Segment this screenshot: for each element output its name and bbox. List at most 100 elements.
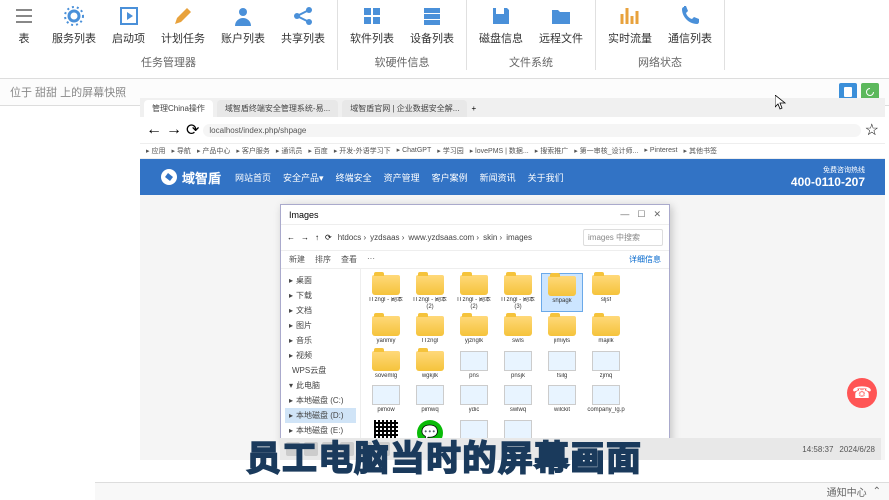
- reload-icon[interactable]: ⟳: [186, 120, 199, 140]
- sidebar-item[interactable]: ▸本地磁盘 (C:): [285, 393, 356, 408]
- file-item[interactable]: majilk: [585, 314, 627, 347]
- file-item[interactable]: swls: [497, 314, 539, 347]
- new-tab-icon[interactable]: +: [471, 104, 476, 113]
- file-item[interactable]: shpagk: [541, 273, 583, 312]
- nav-link[interactable]: 网站首页: [235, 171, 271, 184]
- bookmark-item[interactable]: ▸ lovePMS | 数据...: [470, 146, 529, 156]
- file-item[interactable]: pnsjk: [497, 349, 539, 382]
- minimize-icon[interactable]: —: [620, 209, 629, 220]
- crumb-part[interactable]: www.yzdsaas.com ›: [408, 233, 479, 242]
- toolbar-user-button[interactable]: 账户列表: [213, 0, 273, 48]
- close-icon[interactable]: ✕: [653, 209, 661, 220]
- file-item[interactable]: fsilg: [541, 349, 583, 382]
- bookmark-item[interactable]: ▸ ChatGPT: [397, 146, 432, 156]
- url-input[interactable]: localhost/index.php/shpage: [203, 124, 860, 137]
- file-item[interactable]: jimiyls: [541, 314, 583, 347]
- forward-icon[interactable]: →: [166, 121, 182, 139]
- file-item[interactable]: wilckit: [541, 383, 583, 416]
- sidebar-item[interactable]: ▸本地磁盘 (D:): [285, 408, 356, 423]
- menu-item[interactable]: 排序: [315, 254, 331, 265]
- nav-link[interactable]: 关于我们: [528, 171, 564, 184]
- toolbar-app-button[interactable]: 软件列表: [342, 0, 402, 48]
- file-item[interactable]: pns: [453, 349, 495, 382]
- file-item[interactable]: sovemlg: [365, 349, 407, 382]
- file-item[interactable]: ITzngl: [409, 314, 451, 347]
- nav-link[interactable]: 资产管理: [384, 171, 420, 184]
- bookmark-item[interactable]: ▸ 第一审核_设计师...: [574, 146, 638, 156]
- toolbar-play-button[interactable]: 启动项: [104, 0, 153, 48]
- service-float-icon[interactable]: ☎: [847, 378, 877, 408]
- notify-center[interactable]: 通知中心: [827, 484, 867, 499]
- bookmark-item[interactable]: ▸ 学习园: [437, 146, 463, 156]
- file-item[interactable]: ITzngl - 副本: [365, 273, 407, 312]
- menu-item[interactable]: 查看: [341, 254, 357, 265]
- menu-item[interactable]: 新建: [289, 254, 305, 265]
- file-item[interactable]: pimwq: [409, 383, 451, 416]
- bookmark-item[interactable]: ▸ 通讯员: [276, 146, 302, 156]
- bookmark-item[interactable]: ▸ 产品中心: [197, 146, 230, 156]
- crumb-part[interactable]: skin ›: [483, 233, 502, 242]
- browser-tab[interactable]: 域智盾终端安全管理系统-易...: [217, 100, 338, 117]
- bookmark-item[interactable]: ▸ 开发-外语学习下: [334, 146, 391, 156]
- crumb-part[interactable]: yzdsaas ›: [370, 233, 404, 242]
- nav-link[interactable]: 安全产品▾: [283, 171, 324, 184]
- back-icon[interactable]: ←: [146, 121, 162, 139]
- nav-back-icon[interactable]: ←: [287, 233, 295, 242]
- toolbar-list-button[interactable]: 表: [4, 0, 44, 48]
- browser-tab[interactable]: 管理China操作: [144, 100, 213, 117]
- nav-link[interactable]: 客户案例: [432, 171, 468, 184]
- file-item[interactable]: zjmq: [585, 349, 627, 382]
- expand-icon[interactable]: ⌃: [873, 486, 881, 497]
- toolbar-phone-button[interactable]: 通信列表: [660, 0, 720, 48]
- nav-up-icon[interactable]: ↑: [315, 233, 319, 242]
- toolbar-pencil-button[interactable]: 计划任务: [153, 0, 213, 48]
- nav-link[interactable]: 新闻资讯: [480, 171, 516, 184]
- file-item[interactable]: ITzngl - 副本 (2): [409, 273, 451, 312]
- browser-tab[interactable]: 域智盾官网 | 企业数据安全解...: [342, 100, 467, 117]
- sidebar-item[interactable]: ▾此电脑: [285, 378, 356, 393]
- bookmark-item[interactable]: ▸ 应用: [146, 146, 165, 156]
- explorer-search[interactable]: images 中搜索: [583, 229, 663, 246]
- file-item[interactable]: ITzngl - 副本 (2): [453, 273, 495, 312]
- crumb-part[interactable]: images: [506, 233, 532, 242]
- bookmark-item[interactable]: ▸ 客户服务: [236, 146, 269, 156]
- file-item[interactable]: ITzngl - 副本 (3): [497, 273, 539, 312]
- site-logo[interactable]: 域智盾: [160, 168, 221, 187]
- sidebar-item[interactable]: ▸下载: [285, 288, 356, 303]
- bookmark-item[interactable]: ▸ 导航: [171, 146, 190, 156]
- file-item[interactable]: swlwq: [497, 383, 539, 416]
- sidebar-item[interactable]: ▸桌面: [285, 273, 356, 288]
- bookmark-item[interactable]: ▸ 搜索推广: [535, 146, 568, 156]
- toolbar-server-button[interactable]: 设备列表: [402, 0, 462, 48]
- bookmark-item[interactable]: ▸ 其他书签: [683, 146, 716, 156]
- toolbar-folder-button[interactable]: 远程文件: [531, 0, 591, 48]
- sidebar-item[interactable]: ▸音乐: [285, 333, 356, 348]
- sidebar-item[interactable]: WPS云盘: [285, 363, 356, 378]
- toolbar-chart-button[interactable]: 实时流量: [600, 0, 660, 48]
- nav-link[interactable]: 终端安全: [336, 171, 372, 184]
- bookmark-item[interactable]: ▸ 百度: [308, 146, 327, 156]
- file-item[interactable]: yjznglk: [453, 314, 495, 347]
- file-item[interactable]: company_lg.p: [585, 383, 627, 416]
- sidebar-item[interactable]: ▸视频: [285, 348, 356, 363]
- bookmark-item[interactable]: ▸ Pinterest: [644, 146, 677, 156]
- toolbar-gear-button[interactable]: 服务列表: [44, 0, 104, 48]
- toolbar-share-button[interactable]: 共享列表: [273, 0, 333, 48]
- file-item[interactable]: wgkjlk: [409, 349, 451, 382]
- folder-icon: [504, 316, 532, 336]
- crumb-part[interactable]: htdocs ›: [338, 233, 366, 242]
- star-icon[interactable]: ☆: [865, 120, 879, 140]
- file-item[interactable]: sljsf: [585, 273, 627, 312]
- nav-fwd-icon[interactable]: →: [301, 233, 309, 242]
- sidebar-item[interactable]: ▸文档: [285, 303, 356, 318]
- sidebar-item[interactable]: ▸图片: [285, 318, 356, 333]
- file-item[interactable]: yanmiy: [365, 314, 407, 347]
- menu-item[interactable]: ···: [367, 254, 375, 265]
- nav-refresh-icon[interactable]: ⟳: [325, 233, 332, 242]
- file-item[interactable]: pimow: [365, 383, 407, 416]
- toolbar-save-button[interactable]: 磁盘信息: [471, 0, 531, 48]
- detail-toggle[interactable]: 详细信息: [629, 254, 661, 265]
- file-item[interactable]: ydic: [453, 383, 495, 416]
- breadcrumb[interactable]: htdocs › yzdsaas › www.yzdsaas.com › skin ›…: [338, 233, 577, 242]
- maximize-icon[interactable]: ☐: [637, 209, 645, 220]
